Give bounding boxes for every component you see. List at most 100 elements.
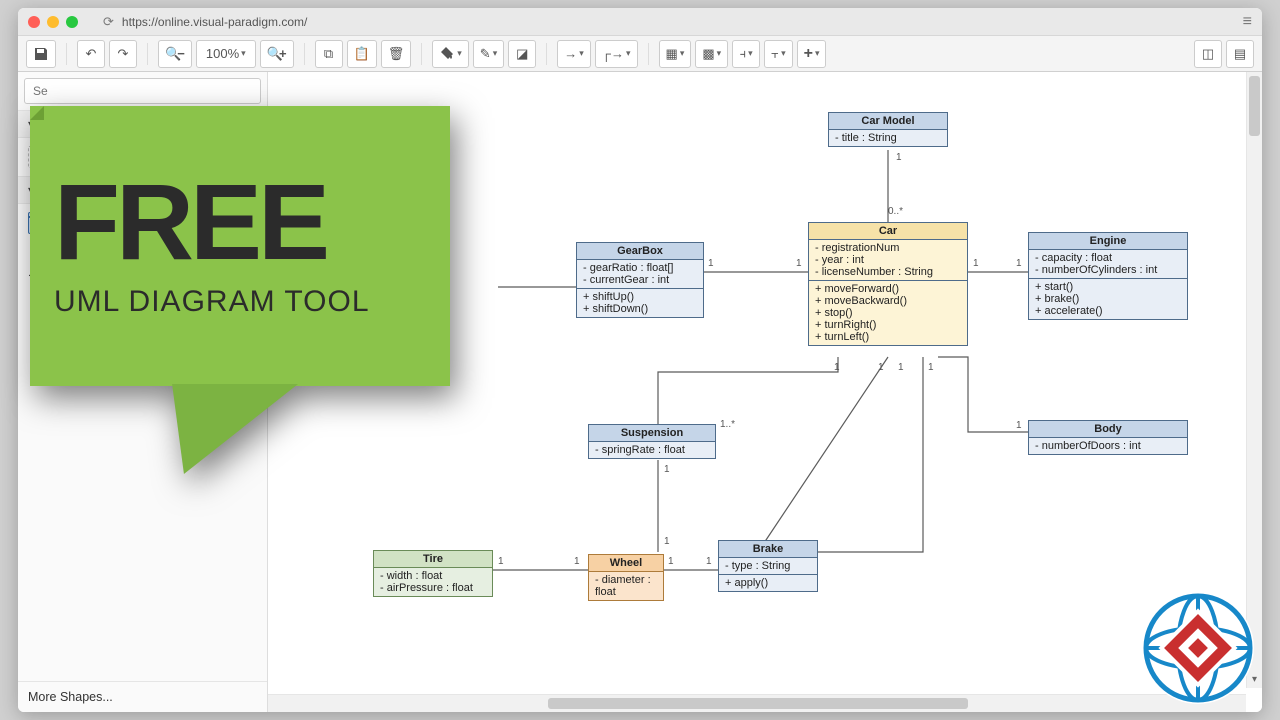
waypoint-style-button[interactable]: ┌→▾ [595, 40, 638, 68]
to-back-icon: ▩ [702, 46, 714, 62]
chevron-down-icon: ▾ [241, 48, 246, 59]
class-attr: - numberOfDoors : int [1029, 438, 1187, 454]
scrollbar-thumb[interactable] [1249, 76, 1260, 136]
sidebar-section-label: Sc [39, 117, 54, 131]
redo-button[interactable]: ↷ [109, 40, 137, 68]
align-button[interactable]: ⫞▾ [732, 40, 760, 68]
trash-icon: 🗑 [388, 46, 405, 62]
sidebar-search [18, 72, 267, 110]
multiplicity: 1 [896, 152, 902, 163]
class-name: Body [1029, 421, 1187, 438]
multiplicity: 1 [1016, 420, 1022, 431]
visual-paradigm-logo [1138, 588, 1258, 708]
class-name: GearBox [577, 243, 703, 260]
more-shapes-button[interactable]: More Shapes... [18, 681, 267, 712]
multiplicity: 1 [928, 362, 934, 373]
url-text: https://online.visual-paradigm.com/ [122, 15, 307, 29]
diagram-canvas[interactable]: 1 0..* 1 1 1 1 1..* 1 1 1 1 1 1 1 1 1 1 … [268, 72, 1262, 712]
class-ops: + start() + brake() + accelerate() [1029, 279, 1187, 319]
horizontal-scrollbar[interactable] [268, 694, 1246, 712]
paste-button[interactable]: 📋 [347, 40, 377, 68]
sidebar-section-class[interactable]: ▾ Cla [18, 176, 267, 204]
to-front-icon: ▦ [666, 46, 678, 62]
multiplicity: 1..* [720, 419, 735, 430]
class-body[interactable]: Body - numberOfDoors : int [1028, 420, 1188, 455]
arrow-icon: --› [28, 244, 50, 258]
copy-icon: ⧉ [324, 46, 333, 62]
maximize-icon[interactable] [66, 16, 78, 28]
zoom-level-dropdown[interactable]: 100%▾ [196, 40, 256, 68]
class-attr: - title : String [829, 130, 947, 146]
to-back-button[interactable]: ▩▾ [695, 40, 728, 68]
class-carmodel[interactable]: Car Model - title : String [828, 112, 948, 147]
content-area: ▾ Sc ▾ Cla --› { } More Shapes... [18, 72, 1262, 712]
shape-association[interactable]: --› [28, 244, 257, 258]
shadow-button[interactable]: ◪ [508, 40, 536, 68]
window-controls [28, 16, 78, 28]
format-panel-toggle[interactable]: ◫ [1194, 40, 1222, 68]
panel-right-icon: ◫ [1202, 46, 1214, 62]
plus-icon: + [804, 45, 813, 63]
multiplicity: 1 [878, 362, 884, 373]
multiplicity: 1 [973, 258, 979, 269]
class-attrs: - width : float - airPressure : float [374, 568, 492, 596]
class-icon [28, 212, 44, 234]
class-name: Tire [374, 551, 492, 568]
address-bar[interactable]: ⟳ https://online.visual-paradigm.com/ [103, 14, 1236, 30]
class-suspension[interactable]: Suspension - springRate : float [588, 424, 716, 459]
hamburger-menu-icon[interactable]: ≡ [1243, 13, 1252, 31]
shape-interface[interactable]: { } [28, 268, 257, 282]
class-name: Wheel [589, 555, 663, 572]
pencil-icon: ✎ [480, 46, 491, 62]
to-front-button[interactable]: ▦▾ [659, 40, 692, 68]
save-button[interactable] [26, 40, 56, 68]
paint-bucket-icon [439, 46, 455, 62]
class-name: Suspension [589, 425, 715, 442]
copy-button[interactable]: ⧉ [315, 40, 343, 68]
close-icon[interactable] [28, 16, 40, 28]
connector-style-button[interactable]: →▾ [557, 40, 591, 68]
distribute-button[interactable]: ⫟▾ [764, 40, 792, 68]
outline-panel-toggle[interactable]: ▤ [1226, 40, 1254, 68]
multiplicity: 1 [898, 362, 904, 373]
floppy-icon [33, 46, 49, 62]
fill-color-button[interactable]: ▾ [432, 40, 469, 68]
connectors [268, 72, 1262, 712]
scrollbar-thumb[interactable] [548, 698, 968, 709]
line-color-button[interactable]: ✎▾ [473, 40, 504, 68]
shape-rectangle[interactable] [28, 146, 257, 168]
multiplicity: 1 [708, 258, 714, 269]
arrow-icon: → [564, 46, 577, 61]
class-attrs: - capacity : float - numberOfCylinders :… [1029, 250, 1187, 279]
shadow-icon: ◪ [516, 46, 528, 62]
multiplicity: 1 [706, 556, 712, 567]
reload-icon[interactable]: ⟳ [103, 14, 114, 30]
zoom-in-button[interactable]: 🔍+ [260, 40, 294, 68]
search-input[interactable] [24, 78, 261, 104]
minimize-icon[interactable] [47, 16, 59, 28]
multiplicity: 1 [664, 536, 670, 547]
class-wheel[interactable]: Wheel - diameter : float [588, 554, 664, 601]
class-gearbox[interactable]: GearBox - gearRatio : float[] - currentG… [576, 242, 704, 318]
add-button[interactable]: +▾ [797, 40, 827, 68]
class-engine[interactable]: Engine - capacity : float - numberOfCyli… [1028, 232, 1188, 320]
sidebar-section-scratchpad[interactable]: ▾ Sc [18, 110, 267, 138]
multiplicity: 1 [668, 556, 674, 567]
undo-button[interactable]: ↶ [77, 40, 105, 68]
class-attr: - springRate : float [589, 442, 715, 458]
class-tire[interactable]: Tire - width : float - airPressure : flo… [373, 550, 493, 597]
class-brake[interactable]: Brake - type : String + apply() [718, 540, 818, 592]
shape-class[interactable] [28, 212, 257, 234]
class-ops: + shiftUp() + shiftDown() [577, 289, 703, 317]
distribute-icon: ⫟ [771, 46, 779, 62]
zoom-controls: 🔍− 100%▾ 🔍+ [158, 40, 294, 68]
class-attrs: - registrationNum - year : int - license… [809, 240, 967, 281]
delete-button[interactable]: 🗑 [381, 40, 412, 68]
class-car[interactable]: Car - registrationNum - year : int - lic… [808, 222, 968, 346]
panel-layout-icon: ▤ [1234, 46, 1246, 62]
sidebar: ▾ Sc ▾ Cla --› { } More Shapes... [18, 72, 268, 712]
paste-icon: 📋 [354, 46, 370, 62]
multiplicity: 1 [498, 556, 504, 567]
zoom-out-button[interactable]: 🔍− [158, 40, 192, 68]
multiplicity: 0..* [888, 206, 903, 217]
